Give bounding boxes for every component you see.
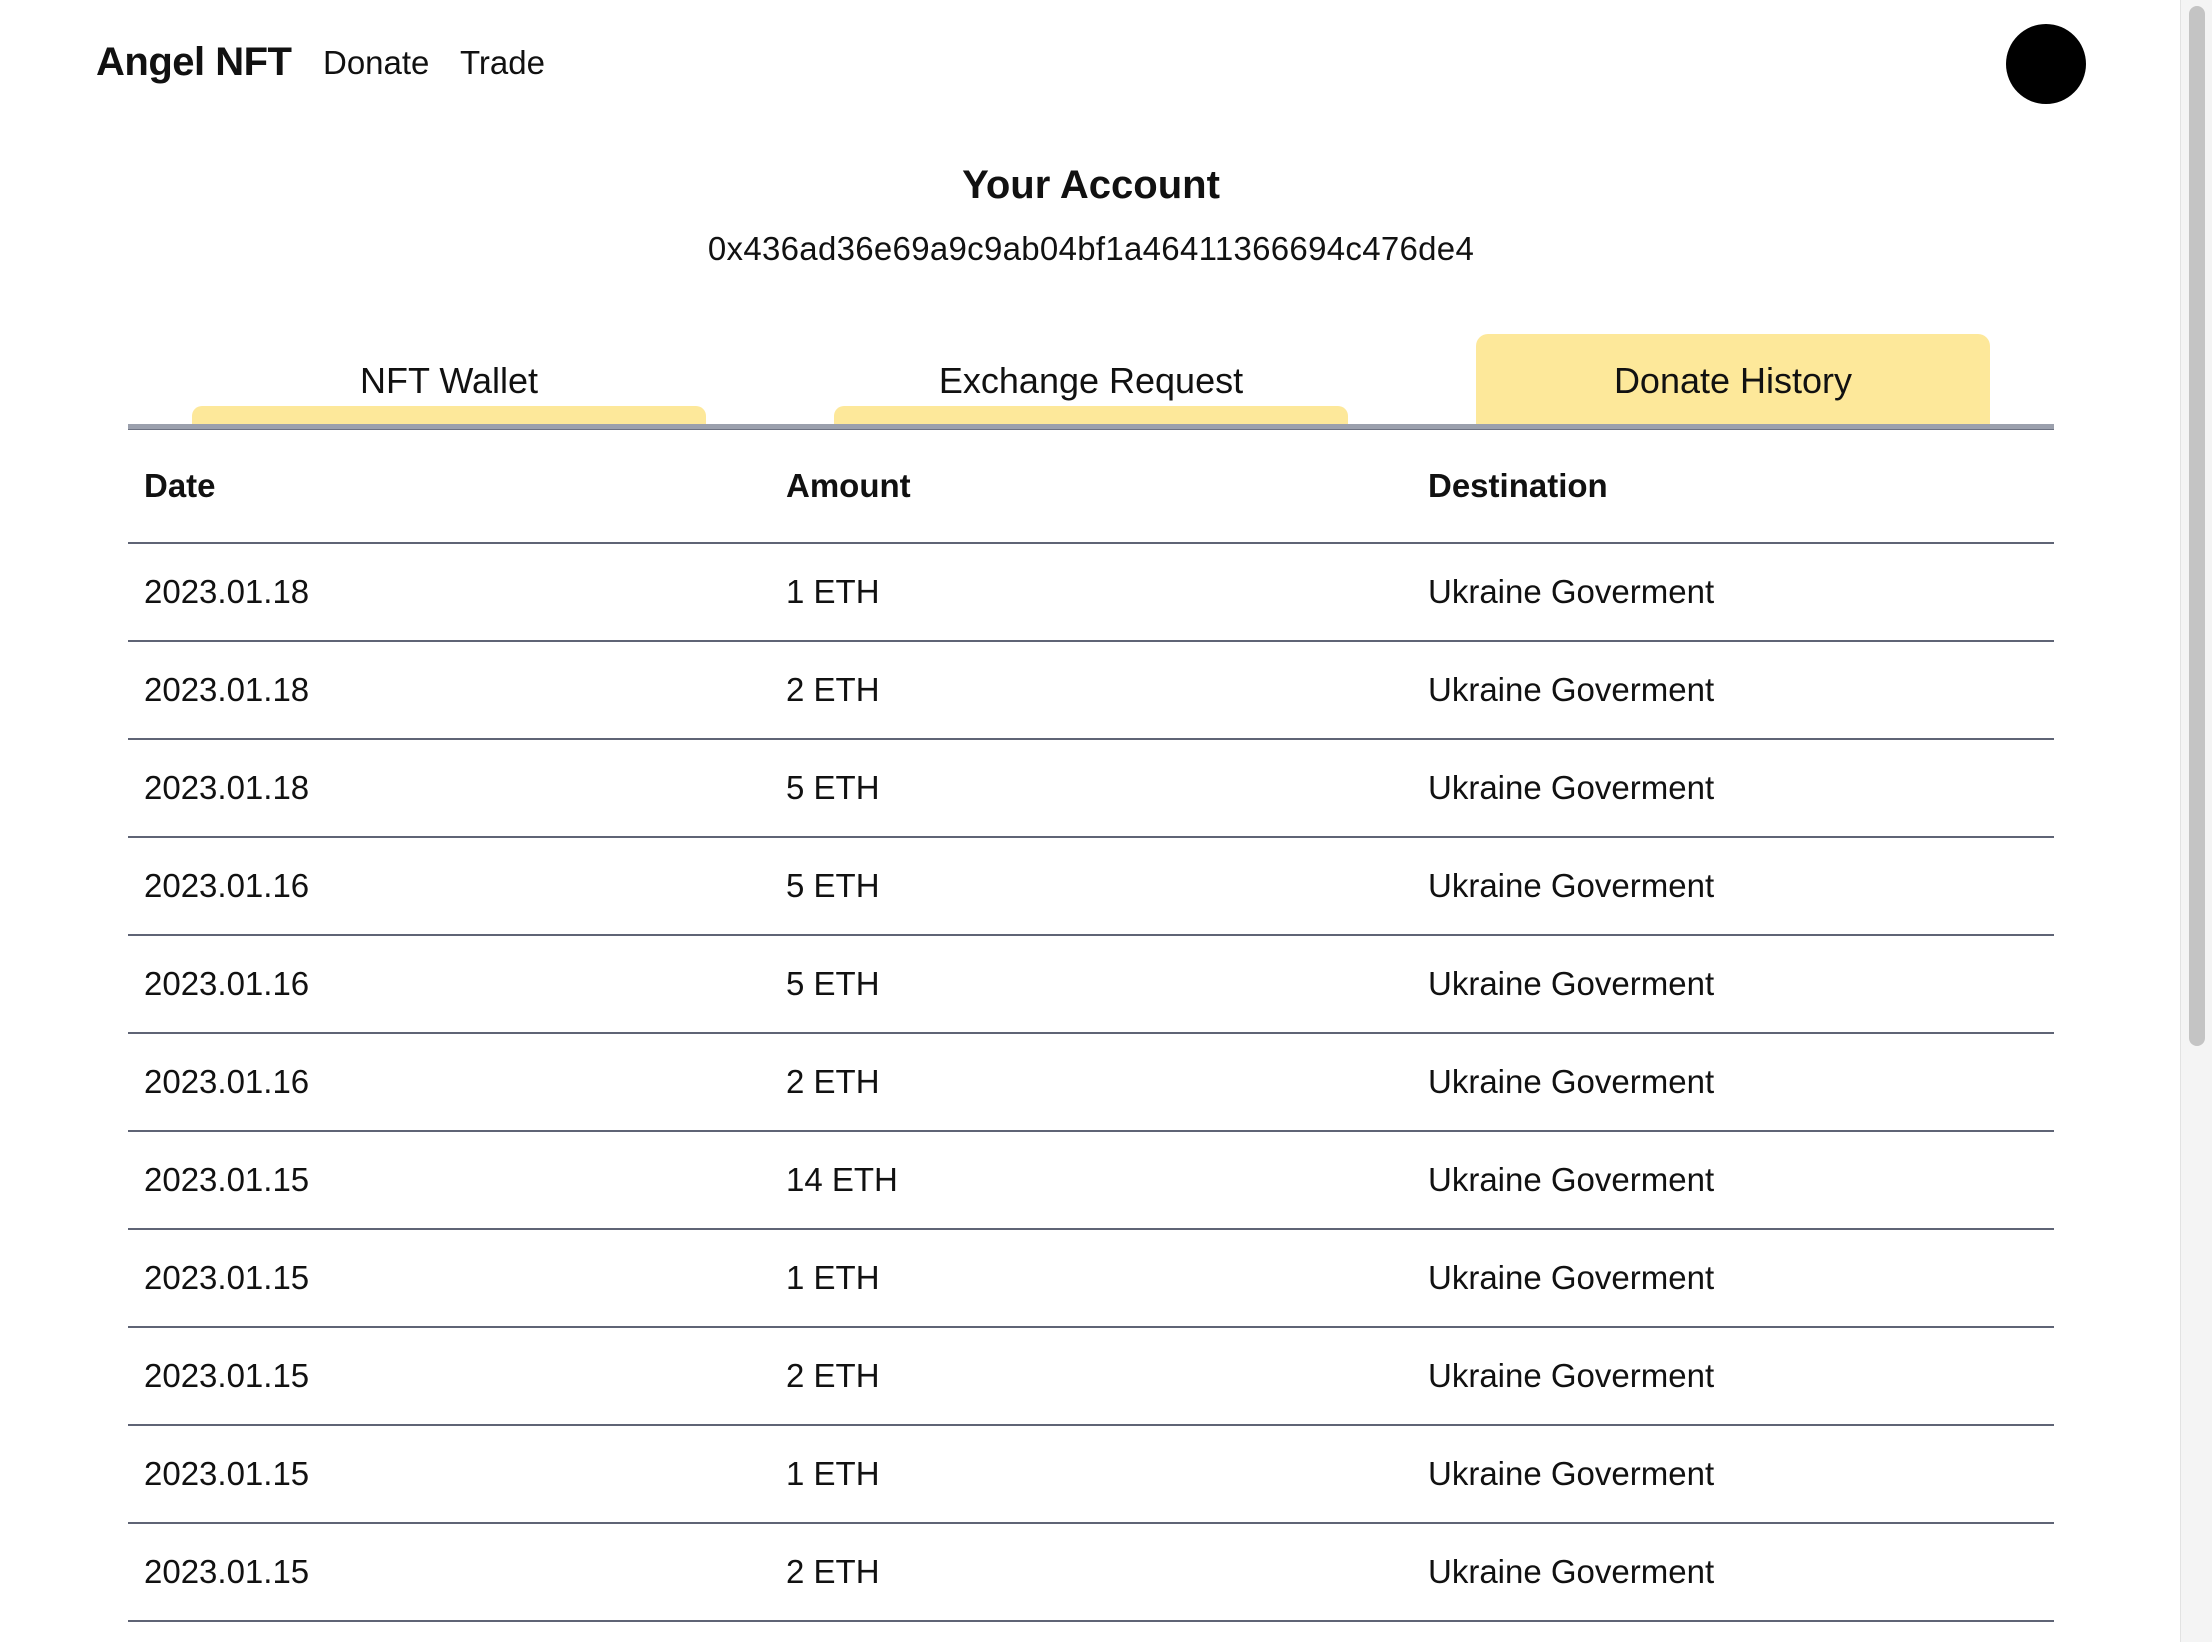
scrollbar-thumb[interactable]	[2189, 6, 2205, 1046]
table-row: 2023.01.15 2 ETH Ukraine Goverment	[128, 1328, 2054, 1426]
destination-cell: Ukraine Goverment	[1428, 1357, 1715, 1394]
nav-donate-link[interactable]: Donate	[323, 44, 429, 82]
tab-label: Exchange Request	[938, 360, 1244, 401]
amount-cell: 14 ETH	[786, 1161, 898, 1198]
tab-label: NFT Wallet	[359, 360, 538, 401]
column-header-date: Date	[144, 467, 216, 504]
date-cell: 2023.01.15	[144, 1357, 310, 1394]
amount-cell: 5 ETH	[786, 965, 880, 1002]
table-row: 2023.01.15 1 ETH Ukraine Goverment	[128, 1426, 2054, 1524]
page: Angel NFT Donate Trade Your Account 0x43…	[0, 0, 2212, 1642]
date-cell: 2023.01.16	[144, 965, 310, 1002]
amount-cell: 1 ETH	[786, 573, 880, 610]
table-row: 2023.01.18 2 ETH Ukraine Goverment	[128, 642, 2054, 740]
destination-cell: Ukraine Goverment	[1428, 1063, 1715, 1100]
column-header-destination: Destination	[1428, 467, 1608, 504]
destination-cell: Ukraine Goverment	[1428, 867, 1715, 904]
destination-cell: Ukraine Goverment	[1428, 573, 1715, 610]
date-cell: 2023.01.16	[144, 1063, 310, 1100]
table-header-row: Date Amount Destination	[128, 430, 2054, 544]
date-cell: 2023.01.15	[144, 1161, 310, 1198]
destination-cell: Ukraine Goverment	[1428, 1259, 1715, 1296]
date-cell: 2023.01.15	[144, 1553, 310, 1590]
destination-cell: Ukraine Goverment	[1428, 965, 1715, 1002]
amount-cell: 2 ETH	[786, 1357, 880, 1394]
table-row: 2023.01.15 14 ETH Ukraine Goverment	[128, 1132, 2054, 1230]
amount-cell: 5 ETH	[786, 867, 880, 904]
tab-indicator	[192, 406, 706, 424]
account-title: Your Account	[962, 163, 1220, 207]
donate-history-table: Date Amount Destination 2023.01.18 1 ETH U…	[128, 430, 2054, 1622]
amount-cell: 5 ETH	[786, 769, 880, 806]
tab-indicator	[834, 406, 1348, 424]
tab-bar: NFT Wallet Exchange Request Donate Histo…	[128, 334, 2054, 430]
destination-cell: Ukraine Goverment	[1428, 1161, 1715, 1198]
date-cell: 2023.01.16	[144, 867, 310, 904]
wallet-address: 0x436ad36e69a9c9ab04bf1a46411366694c476d…	[707, 230, 1475, 267]
top-nav: Angel NFT Donate Trade	[0, 0, 2180, 130]
table-row: 2023.01.16 5 ETH Ukraine Goverment	[128, 936, 2054, 1034]
destination-cell: Ukraine Goverment	[1428, 769, 1715, 806]
destination-cell: Ukraine Goverment	[1428, 1553, 1715, 1590]
date-cell: 2023.01.18	[144, 573, 310, 610]
nav-trade-link[interactable]: Trade	[460, 44, 545, 82]
brand-logo[interactable]: Angel NFT	[96, 40, 292, 85]
table-row: 2023.01.15 1 ETH Ukraine Goverment	[128, 1230, 2054, 1328]
amount-cell: 2 ETH	[786, 1063, 880, 1100]
column-header-amount: Amount	[786, 467, 911, 504]
date-cell: 2023.01.18	[144, 769, 310, 806]
tab-donate-history[interactable]: Donate History	[1476, 334, 1990, 424]
amount-cell: 2 ETH	[786, 1553, 880, 1590]
scrollbar[interactable]	[2180, 0, 2212, 1642]
table-row: 2023.01.18 1 ETH Ukraine Goverment	[128, 544, 2054, 642]
destination-cell: Ukraine Goverment	[1428, 671, 1715, 708]
tab-nft-wallet[interactable]: NFT Wallet	[192, 334, 706, 424]
table-row: 2023.01.16 2 ETH Ukraine Goverment	[128, 1034, 2054, 1132]
avatar[interactable]	[2006, 24, 2086, 104]
tab-exchange-request[interactable]: Exchange Request	[834, 334, 1348, 424]
date-cell: 2023.01.15	[144, 1455, 310, 1492]
table-row: 2023.01.16 5 ETH Ukraine Goverment	[128, 838, 2054, 936]
destination-cell: Ukraine Goverment	[1428, 1455, 1715, 1492]
table-row: 2023.01.18 5 ETH Ukraine Goverment	[128, 740, 2054, 838]
amount-cell: 1 ETH	[786, 1455, 880, 1492]
tab-label: Donate History	[1613, 360, 1853, 401]
date-cell: 2023.01.18	[144, 671, 310, 708]
amount-cell: 2 ETH	[786, 671, 880, 708]
date-cell: 2023.01.15	[144, 1259, 310, 1296]
table-row: 2023.01.15 2 ETH Ukraine Goverment	[128, 1524, 2054, 1622]
amount-cell: 1 ETH	[786, 1259, 880, 1296]
